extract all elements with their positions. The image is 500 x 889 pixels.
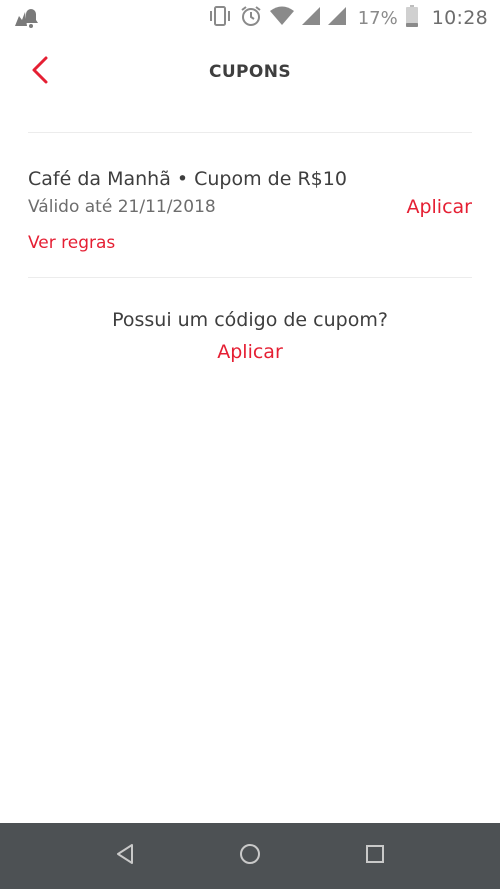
status-bar: 17% 10:28 <box>0 0 500 36</box>
nav-home-button[interactable] <box>234 840 266 872</box>
coupon-code-question: Possui um código de cupom? <box>112 309 388 331</box>
divider <box>28 132 472 133</box>
system-nav-bar <box>0 823 500 889</box>
view-rules-link[interactable]: Ver regras <box>28 233 115 253</box>
battery-percent: 17% <box>357 7 398 29</box>
notification-icon <box>12 6 38 30</box>
divider <box>28 277 472 278</box>
clock: 10:28 <box>431 7 488 29</box>
vibrate-icon <box>208 5 232 31</box>
signal-icon <box>301 7 320 29</box>
nav-recents-button[interactable] <box>359 840 391 872</box>
wifi-icon <box>269 6 294 30</box>
alarm-icon <box>240 5 262 31</box>
apply-code-button[interactable]: Aplicar <box>217 341 283 363</box>
screen: 17% 10:28 CUPONS Café da Manhã • Cupom d… <box>0 0 500 889</box>
home-circle-icon <box>238 842 262 870</box>
recents-square-icon <box>365 844 385 868</box>
battery-icon <box>405 5 418 31</box>
signal-icon <box>327 7 346 29</box>
status-icons: 17% 10:28 <box>208 0 488 36</box>
back-triangle-icon <box>114 843 136 869</box>
coupon-title: Café da Manhã • Cupom de R$10 <box>28 168 347 190</box>
coupon-card: Café da Manhã • Cupom de R$10 Válido até… <box>28 160 472 270</box>
nav-back-button[interactable] <box>109 840 141 872</box>
coupon-validity: Válido até 21/11/2018 <box>28 197 216 217</box>
apply-coupon-button[interactable]: Aplicar <box>406 196 472 218</box>
page-title: CUPONS <box>208 62 292 82</box>
coupon-code-row: Aplicar <box>0 341 500 363</box>
header: CUPONS <box>0 36 500 112</box>
